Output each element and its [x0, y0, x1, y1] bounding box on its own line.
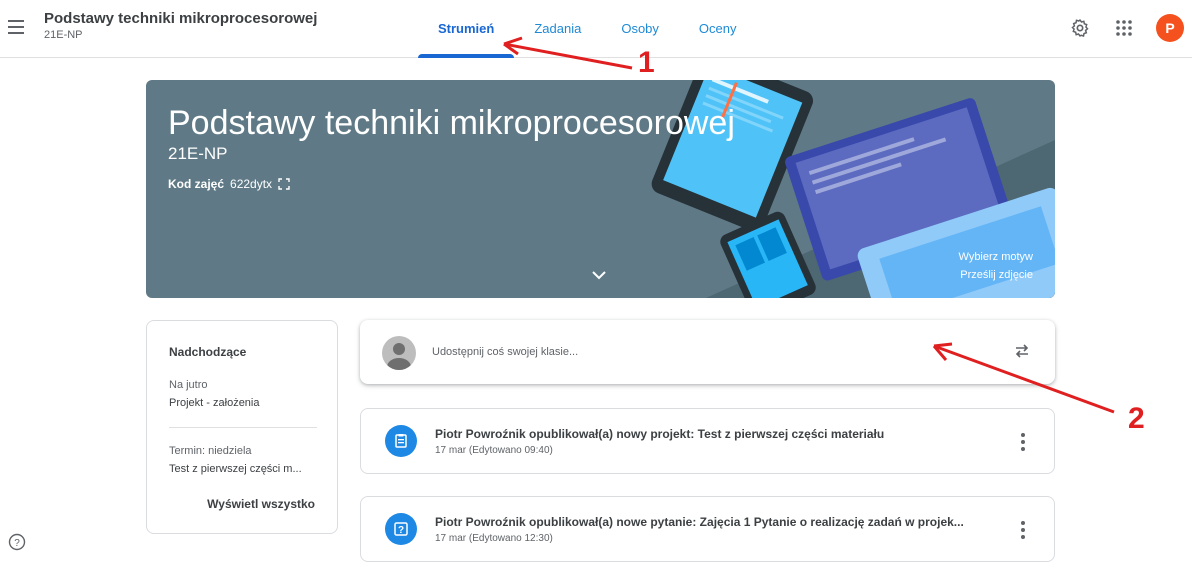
banner-links: Wybierz motyw Prześlij zdjęcie — [959, 248, 1033, 284]
upcoming-due-label: Na jutro — [169, 379, 208, 391]
reuse-post-icon[interactable] — [1013, 342, 1031, 365]
settings-gear-icon[interactable] — [1068, 16, 1092, 40]
divider — [169, 427, 317, 428]
post-date: 17 mar (Edytowano 12:30) — [435, 533, 553, 544]
class-code-value[interactable]: 622dytx — [230, 177, 272, 191]
tab-grades[interactable]: Oceny — [679, 0, 757, 58]
banner-title: Podstawy techniki mikroprocesorowej — [168, 104, 735, 142]
help-icon[interactable]: ? — [8, 533, 26, 556]
upcoming-card: Nadchodzące Na jutro Projekt - założenia… — [146, 320, 338, 534]
view-all-button[interactable]: Wyświetl wszystko — [207, 497, 315, 511]
user-avatar — [382, 336, 416, 370]
upload-photo-link[interactable]: Prześlij zdjęcie — [959, 266, 1033, 284]
share-box[interactable]: Udostępnij coś swojej klasie... — [360, 320, 1055, 384]
stream-post[interactable]: ? Piotr Powroźnik opublikował(a) nowe py… — [360, 496, 1055, 562]
upcoming-due-label: Termin: niedziela — [169, 445, 252, 457]
menu-icon[interactable] — [8, 20, 28, 36]
svg-text:?: ? — [14, 538, 20, 549]
post-date: 17 mar (Edytowano 09:40) — [435, 445, 553, 456]
fullscreen-icon[interactable] — [278, 178, 290, 190]
account-avatar[interactable]: P — [1156, 14, 1184, 42]
share-input[interactable]: Udostępnij coś swojej klasie... — [432, 346, 578, 358]
class-banner: Podstawy techniki mikroprocesorowej 21E-… — [146, 80, 1055, 298]
banner-section: 21E-NP — [168, 144, 228, 163]
svg-text:?: ? — [398, 525, 404, 536]
class-title-block[interactable]: Podstawy techniki mikroprocesorowej 21E-… — [44, 10, 317, 42]
top-icons: P — [1068, 14, 1192, 42]
post-title[interactable]: Piotr Powroźnik opublikował(a) nowe pyta… — [435, 515, 964, 529]
class-section: 21E-NP — [44, 29, 83, 41]
post-title[interactable]: Piotr Powroźnik opublikował(a) nowy proj… — [435, 427, 884, 441]
tab-stream[interactable]: Strumień — [418, 0, 515, 58]
class-title[interactable]: Podstawy techniki mikroprocesorowej — [44, 10, 317, 28]
apps-grid-icon[interactable] — [1112, 16, 1136, 40]
top-bar: Podstawy techniki mikroprocesorowej 21E-… — [0, 0, 1192, 58]
annotation-number: 1 — [638, 46, 655, 79]
more-options-icon[interactable] — [1018, 521, 1028, 539]
choose-theme-link[interactable]: Wybierz motyw — [959, 248, 1033, 266]
question-icon: ? — [385, 513, 417, 545]
upcoming-item[interactable]: Test z pierwszej części m... — [169, 463, 302, 475]
stream-post[interactable]: Piotr Powroźnik opublikował(a) nowy proj… — [360, 408, 1055, 474]
tab-bar: Strumień Zadania Osoby Oceny — [418, 0, 756, 58]
assignment-icon — [385, 425, 417, 457]
upcoming-item[interactable]: Projekt - założenia — [169, 397, 260, 409]
chevron-down-icon[interactable] — [591, 268, 607, 286]
class-code: Kod zajęć 622dytx — [168, 177, 290, 191]
upcoming-title: Nadchodzące — [169, 345, 247, 359]
tab-classwork[interactable]: Zadania — [514, 0, 601, 58]
more-options-icon[interactable] — [1018, 433, 1028, 451]
annotation-number: 2 — [1128, 402, 1145, 435]
class-code-label: Kod zajęć — [168, 177, 225, 191]
